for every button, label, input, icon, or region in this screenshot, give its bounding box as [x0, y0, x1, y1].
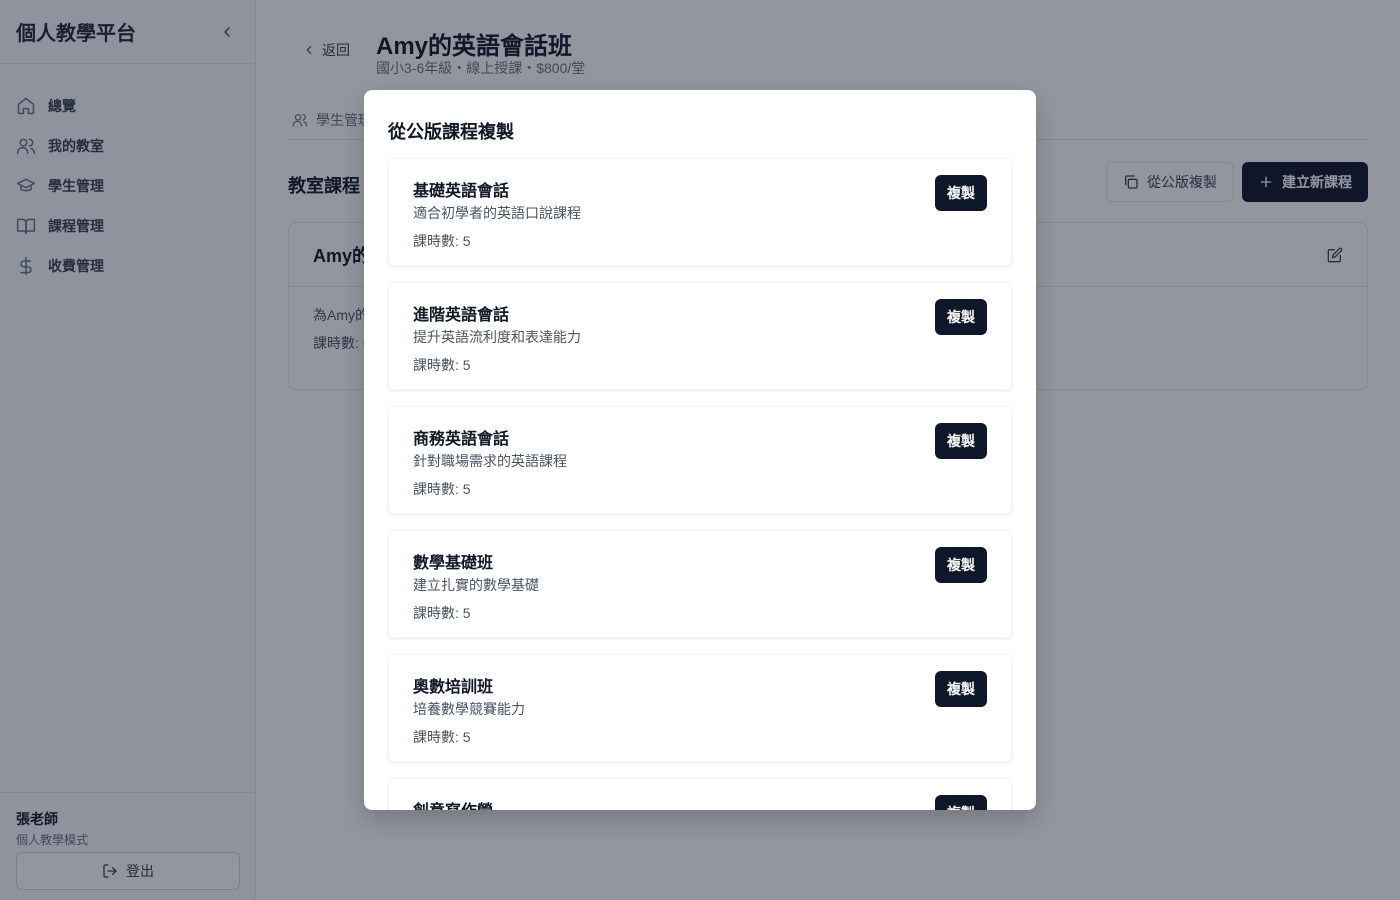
copy-template-dialog: 從公版課程複製 基礎英語會話 適合初學者的英語口說課程 課時數: 5 複製 進階…	[364, 90, 1036, 810]
template-description: 適合初學者的英語口說課程	[413, 205, 581, 221]
template-name: 創意寫作營	[413, 797, 493, 810]
template-card: 創意寫作營 複製	[388, 778, 1012, 810]
copy-template-button[interactable]: 複製	[935, 299, 987, 335]
template-list: 基礎英語會話 適合初學者的英語口說課程 課時數: 5 複製 進階英語會話 提升英…	[388, 158, 1012, 810]
template-name: 進階英語會話	[413, 307, 510, 324]
template-card: 基礎英語會話 適合初學者的英語口說課程 課時數: 5 複製	[388, 158, 1012, 266]
template-description: 針對職場需求的英語課程	[413, 453, 567, 469]
template-card: 進階英語會話 提升英語流利度和表達能力 課時數: 5 複製	[388, 282, 1012, 390]
template-hours: 課時數: 5	[413, 605, 471, 621]
template-description: 培養數學競賽能力	[413, 701, 525, 717]
template-name: 數學基礎班	[413, 555, 494, 572]
template-hours: 課時數: 5	[413, 233, 471, 249]
template-hours: 課時數: 5	[413, 729, 471, 745]
copy-template-button[interactable]: 複製	[935, 175, 987, 211]
copy-template-button[interactable]: 複製	[935, 671, 987, 707]
template-card: 奧數培訓班 培養數學競賽能力 課時數: 5 複製	[388, 654, 1012, 762]
template-card: 商務英語會話 針對職場需求的英語課程 課時數: 5 複製	[388, 406, 1012, 514]
template-name: 奧數培訓班	[413, 679, 494, 696]
copy-template-button[interactable]: 複製	[935, 795, 987, 810]
dialog-title: 從公版課程複製	[388, 122, 514, 142]
copy-template-button[interactable]: 複製	[935, 547, 987, 583]
template-description: 提升英語流利度和表達能力	[413, 329, 581, 345]
template-card: 數學基礎班 建立扎實的數學基礎 課時數: 5 複製	[388, 530, 1012, 638]
template-description: 建立扎實的數學基礎	[413, 577, 539, 593]
template-hours: 課時數: 5	[413, 357, 471, 373]
template-name: 基礎英語會話	[413, 183, 510, 200]
copy-template-button[interactable]: 複製	[935, 423, 987, 459]
template-name: 商務英語會話	[413, 431, 510, 448]
template-hours: 課時數: 5	[413, 481, 471, 497]
